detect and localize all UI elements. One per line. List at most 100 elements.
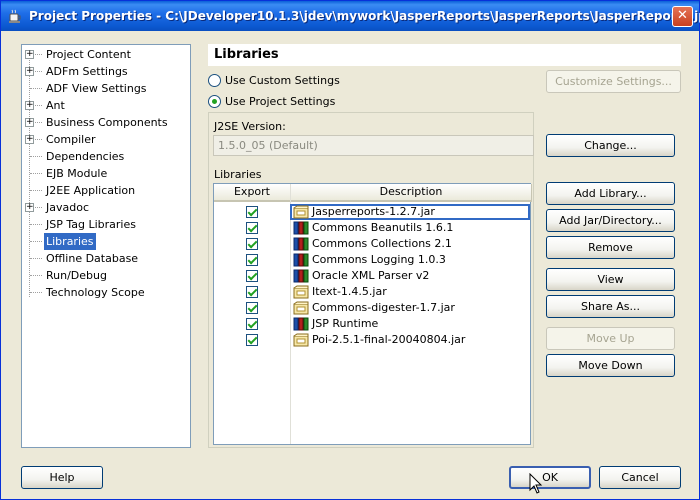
tree-item-ejb-module[interactable]: EJB Module — [22, 165, 190, 182]
library-name: Commons Logging 1.0.3 — [312, 253, 446, 266]
tree-item-offline-database[interactable]: Offline Database — [22, 250, 190, 267]
library-name: Commons Collections 2.1 — [312, 237, 452, 250]
table-row[interactable]: Commons-digester-1.7.jar — [214, 300, 532, 316]
export-checkbox[interactable] — [246, 238, 258, 250]
tree-item-label: Business Components — [46, 116, 168, 129]
use-project-settings-label[interactable]: Use Project Settings — [225, 95, 335, 108]
description-cell[interactable]: Jasperreports-1.2.7.jar — [290, 204, 530, 220]
use-custom-settings-radio[interactable] — [208, 74, 221, 87]
tree-item-technology-scope[interactable]: Technology Scope — [22, 284, 190, 301]
export-checkbox[interactable] — [246, 254, 258, 266]
library-books-icon — [293, 221, 309, 235]
tree-item-label: Project Content — [46, 48, 131, 61]
tree-item-adfm-settings[interactable]: + ADFm Settings — [22, 63, 190, 80]
description-cell[interactable]: Commons Logging 1.0.3 — [290, 252, 530, 268]
tree-item-label: Libraries — [44, 233, 96, 250]
jar-icon — [293, 301, 309, 315]
tree-item-project-content[interactable]: + Project Content — [22, 46, 190, 63]
tree-item-jsp-tag-libraries[interactable]: JSP Tag Libraries — [22, 216, 190, 233]
add-jar-directory-button[interactable]: Add Jar/Directory... — [546, 209, 675, 232]
export-checkbox[interactable] — [246, 270, 258, 282]
tree-branch-line — [30, 241, 42, 242]
view-button[interactable]: View — [546, 268, 675, 291]
tree-item-j2ee-application[interactable]: J2EE Application — [22, 182, 190, 199]
expand-plus-icon[interactable]: + — [25, 101, 34, 110]
window-title: Project Properties - C:\JDeveloper10.1.3… — [29, 9, 700, 23]
tree-item-dependencies[interactable]: Dependencies — [22, 148, 190, 165]
library-name: Itext-1.4.5.jar — [312, 285, 387, 298]
change-button[interactable]: Change... — [546, 134, 675, 157]
description-cell[interactable]: Commons-digester-1.7.jar — [290, 300, 530, 316]
tree-item-ant[interactable]: + Ant — [22, 97, 190, 114]
description-cell[interactable]: Oracle XML Parser v2 — [290, 268, 530, 284]
add-library-button[interactable]: Add Library... — [546, 182, 675, 205]
table-row[interactable]: Commons Logging 1.0.3 — [214, 252, 532, 268]
table-row[interactable]: Commons Beanutils 1.6.1 — [214, 220, 532, 236]
expand-plus-icon[interactable]: + — [25, 135, 34, 144]
library-name: Commons Beanutils 1.6.1 — [312, 221, 454, 234]
library-name: JSP Runtime — [312, 317, 379, 330]
tree-branch-line — [30, 292, 42, 293]
table-row[interactable]: Oracle XML Parser v2 — [214, 268, 532, 284]
library-books-icon — [293, 269, 309, 283]
description-cell[interactable]: Commons Beanutils 1.6.1 — [290, 220, 530, 236]
description-cell[interactable]: Poi-2.5.1-final-20040804.jar — [290, 332, 530, 348]
jar-icon — [293, 333, 309, 347]
column-header-export[interactable]: Export — [214, 184, 291, 202]
jar-icon — [293, 285, 309, 299]
cancel-button[interactable]: Cancel — [599, 466, 681, 489]
library-name: Oracle XML Parser v2 — [312, 269, 430, 282]
table-row[interactable]: Commons Collections 2.1 — [214, 236, 532, 252]
customize-settings-button[interactable]: Customize Settings... — [546, 70, 681, 93]
share-as-button[interactable]: Share As... — [546, 295, 675, 318]
move-up-button[interactable]: Move Up — [546, 327, 675, 350]
ok-button[interactable]: OK — [509, 466, 591, 489]
tree-item-label: Technology Scope — [46, 286, 145, 299]
description-cell[interactable]: Itext-1.4.5.jar — [290, 284, 530, 300]
library-name: Jasperreports-1.2.7.jar — [312, 205, 435, 218]
export-checkbox[interactable] — [246, 206, 258, 218]
table-row[interactable]: Poi-2.5.1-final-20040804.jar — [214, 332, 532, 348]
tree-branch-line — [30, 224, 42, 225]
library-books-icon — [293, 237, 309, 251]
tree-item-adf-view-settings[interactable]: ADF View Settings — [22, 80, 190, 97]
tree-item-label: J2EE Application — [46, 184, 136, 197]
project-properties-dialog: Project Properties - C:\JDeveloper10.1.3… — [0, 0, 700, 500]
expand-plus-icon[interactable]: + — [25, 118, 34, 127]
tree-item-label: EJB Module — [46, 167, 108, 180]
close-button[interactable]: ✕ — [672, 6, 693, 27]
j2se-version-field: 1.5.0_05 (Default) — [213, 135, 534, 156]
tree-item-business-components[interactable]: + Business Components — [22, 114, 190, 131]
mouse-pointer-icon — [529, 473, 543, 494]
library-name: Poi-2.5.1-final-20040804.jar — [312, 333, 466, 346]
export-checkbox[interactable] — [246, 286, 258, 298]
tree-item-label: ADFm Settings — [46, 65, 128, 78]
close-icon: ✕ — [677, 8, 688, 23]
column-header-description[interactable]: Description — [291, 184, 532, 202]
use-project-settings-radio[interactable] — [208, 95, 221, 108]
expand-plus-icon[interactable]: + — [25, 67, 34, 76]
export-checkbox[interactable] — [246, 222, 258, 234]
tree-item-libraries[interactable]: Libraries — [22, 233, 190, 250]
remove-button[interactable]: Remove — [546, 236, 675, 259]
move-down-button[interactable]: Move Down — [546, 354, 675, 377]
export-checkbox[interactable] — [246, 318, 258, 330]
category-tree[interactable]: + Project Content + ADFm Settings ADF View S… — [21, 44, 191, 448]
use-custom-settings-label[interactable]: Use Custom Settings — [225, 74, 340, 87]
table-row[interactable]: Itext-1.4.5.jar — [214, 284, 532, 300]
help-button[interactable]: Help — [21, 466, 103, 489]
table-row[interactable]: JSP Runtime — [214, 316, 532, 332]
j2se-version-label: J2SE Version: — [214, 120, 286, 133]
expand-plus-icon[interactable]: + — [25, 203, 34, 212]
description-cell[interactable]: JSP Runtime — [290, 316, 530, 332]
table-row[interactable]: Jasperreports-1.2.7.jar — [214, 204, 532, 220]
export-checkbox[interactable] — [246, 302, 258, 314]
description-cell[interactable]: Commons Collections 2.1 — [290, 236, 530, 252]
tree-branch-line — [30, 173, 42, 174]
tree-item-run-debug[interactable]: Run/Debug — [22, 267, 190, 284]
tree-item-javadoc[interactable]: + Javadoc — [22, 199, 190, 216]
expand-plus-icon[interactable]: + — [25, 50, 34, 59]
tree-item-compiler[interactable]: + Compiler — [22, 131, 190, 148]
tree-branch-line — [30, 156, 42, 157]
export-checkbox[interactable] — [246, 334, 258, 346]
